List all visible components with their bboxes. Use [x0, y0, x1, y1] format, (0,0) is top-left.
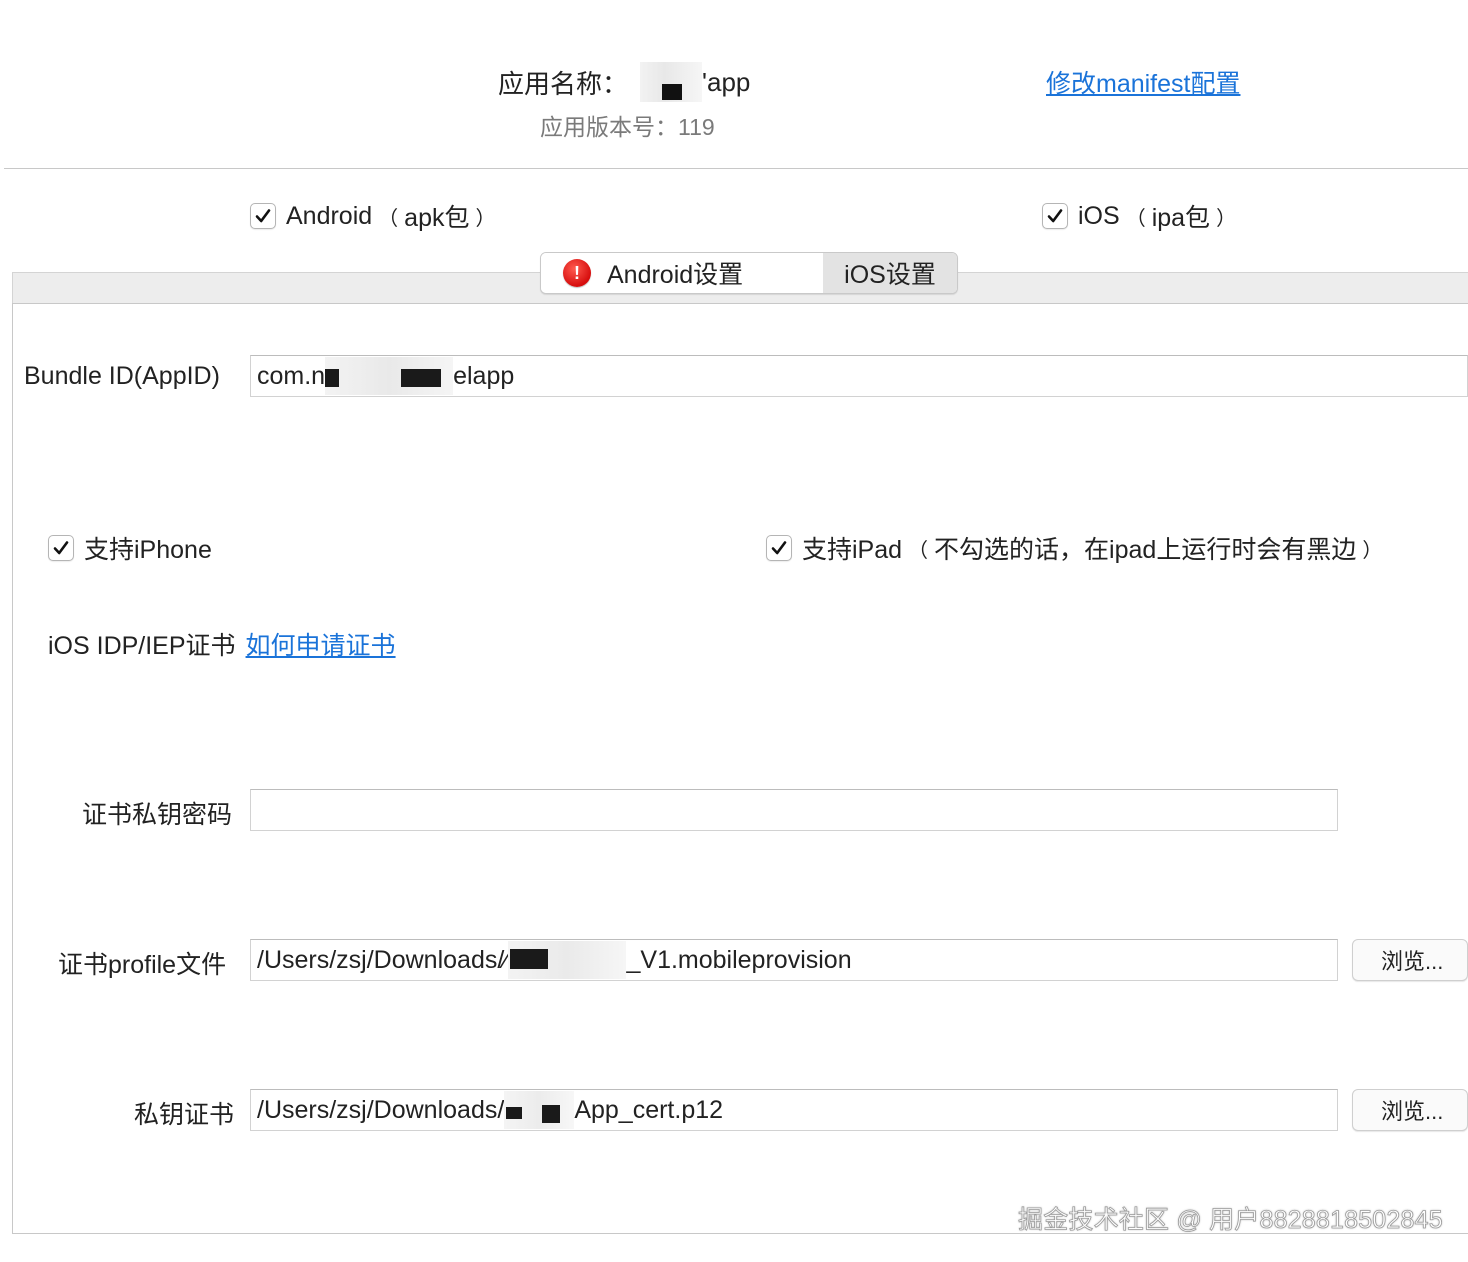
tab-android-settings[interactable]: ! Android设置	[541, 253, 823, 293]
edit-manifest-link[interactable]: 修改manifest配置	[1046, 64, 1240, 100]
tab-ios-label: iOS设置	[844, 261, 936, 289]
private-key-input[interactable]: /Users/zsj/Downloads/ App_cert.p12	[250, 1089, 1338, 1131]
app-name-row: 应用名称： 'app	[498, 62, 750, 102]
android-platform-checkbox[interactable]	[250, 203, 276, 229]
apk-label: apk包	[404, 204, 470, 232]
ios-platform-checkbox[interactable]	[1042, 203, 1068, 229]
ios-label: iOS	[1078, 201, 1120, 230]
watermark: 掘金技术社区 @ 用户8828818502845	[1018, 1206, 1443, 1235]
ios-platform-checkbox-row[interactable]: iOS （ ipa包 ）	[1042, 198, 1242, 234]
checkmark-icon	[1047, 209, 1063, 223]
app-name-suffix: 'app	[702, 66, 751, 97]
profile-file-label: 证书profile文件	[58, 951, 227, 979]
android-platform-checkbox-row[interactable]: Android （ apk包 ）	[250, 198, 501, 234]
support-ipad-note: 不勾选的话，在ipad上运行时会有黑边	[934, 536, 1357, 564]
checkmark-icon	[255, 209, 271, 223]
redacted-profile-path	[508, 941, 627, 979]
private-key-label: 私钥证书	[134, 1101, 235, 1129]
how-to-apply-cert-link[interactable]: 如何申请证书	[246, 626, 396, 662]
header-divider	[4, 168, 1468, 169]
settings-tabs: ! Android设置 iOS设置	[540, 252, 958, 294]
bundle-id-prefix: com.n	[257, 361, 326, 390]
bundle-id-suffix: elapp	[453, 361, 515, 390]
warning-icon: !	[563, 259, 591, 287]
support-iphone-checkbox[interactable]	[48, 535, 74, 561]
redacted-app-name	[640, 62, 703, 102]
browse-private-key-button[interactable]: 浏览...	[1352, 1089, 1468, 1131]
app-name-label: 应用名称：	[498, 68, 629, 99]
ipa-label: ipa包	[1151, 204, 1211, 232]
tab-ios-settings[interactable]: iOS设置	[823, 253, 957, 293]
support-ipad-label: 支持iPad	[802, 536, 903, 564]
android-label: Android	[286, 201, 373, 230]
profile-file-input[interactable]: /Users/zsj/Downloads/⁄ _V1.mobileprovisi…	[250, 939, 1338, 981]
checkmark-icon	[53, 541, 69, 555]
key-password-input[interactable]	[250, 789, 1338, 831]
support-iphone-label: 支持iPhone	[84, 536, 212, 564]
profile-path-suffix: _V1.mobileprovision	[626, 945, 852, 974]
support-iphone-row[interactable]: 支持iPhone	[48, 530, 212, 566]
ios-cert-section-label: iOS IDP/IEP证书	[48, 632, 236, 660]
ios-cert-section: iOS IDP/IEP证书 如何申请证书	[48, 626, 396, 662]
bundle-id-input[interactable]: com.n elapp	[250, 355, 1468, 397]
checkmark-icon	[771, 541, 787, 555]
profile-path-prefix: /Users/zsj/Downloads/⁄	[257, 945, 509, 974]
support-ipad-checkbox[interactable]	[766, 535, 792, 561]
private-key-path-prefix: /Users/zsj/Downloads/	[257, 1095, 505, 1124]
bundle-id-label: Bundle ID(AppID)	[24, 362, 220, 390]
support-ipad-row[interactable]: 支持iPad （ 不勾选的话，在ipad上运行时会有黑边 ）	[766, 530, 1388, 566]
private-key-path-suffix: App_cert.p12	[574, 1095, 724, 1124]
tab-android-label: Android设置	[607, 261, 744, 289]
redacted-bundle-id	[325, 357, 454, 395]
key-password-label: 证书私钥密码	[82, 801, 233, 829]
browse-profile-button[interactable]: 浏览...	[1352, 939, 1468, 981]
app-version: 应用版本号：119	[540, 114, 715, 140]
redacted-private-key-path	[504, 1091, 575, 1129]
